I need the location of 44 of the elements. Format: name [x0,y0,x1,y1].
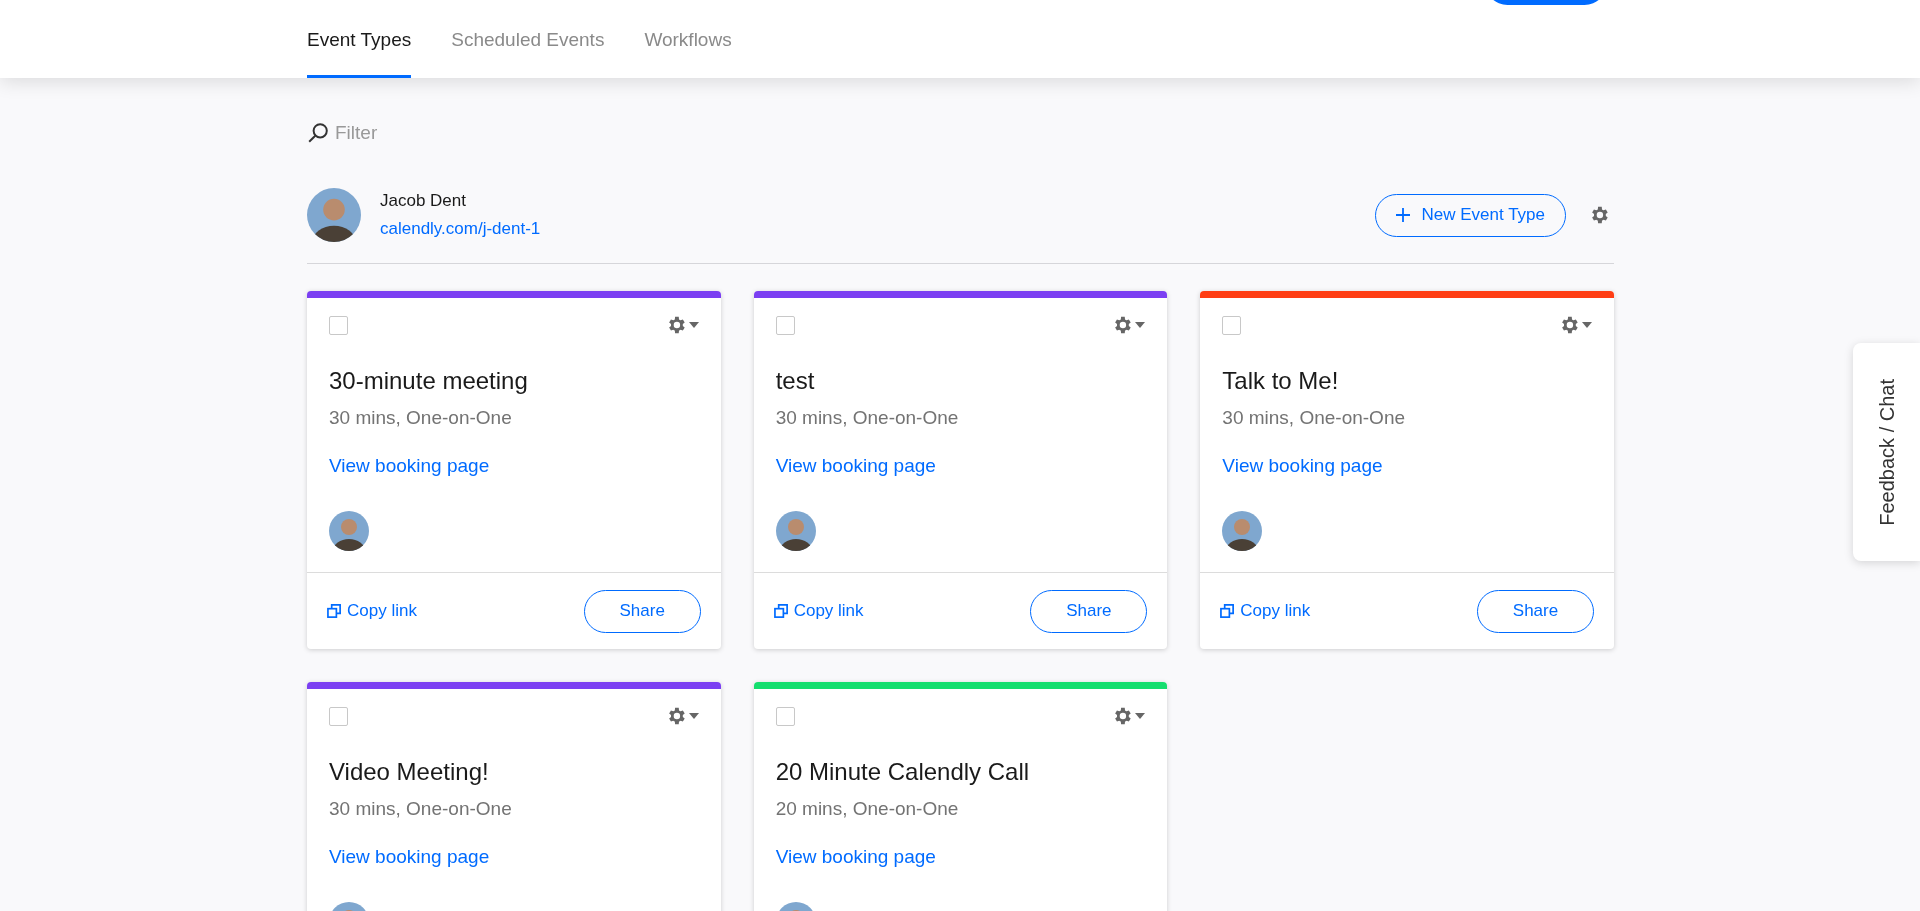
nav-tab[interactable]: Workflows [644,0,732,78]
event-details: 20 mins, One-on-One [775,797,960,821]
view-booking-link[interactable]: View booking page [775,844,936,870]
user-name: Jacob Dent [380,190,467,212]
copy-link[interactable]: Copy link [327,598,417,624]
event-details: 30 mins, One-on-One [329,797,513,821]
avatar [329,511,369,551]
filter-field[interactable]: Filter [335,118,585,148]
nav-tab[interactable]: Event Types [307,0,412,78]
event-title: 20 Minute Calendly Call [775,757,1031,787]
nav-tab[interactable]: Scheduled Events [451,0,605,78]
checkbox[interactable] [329,706,348,726]
event-details: 30 mins, One-on-One [329,406,513,430]
avatar [775,511,816,551]
feedback-tab[interactable]: Feedback / Chat [1853,343,1920,561]
event-details: 30 mins, One-on-One [775,406,960,430]
checkbox[interactable] [329,315,348,335]
view-booking-link[interactable]: View booking page [775,453,936,479]
event-title: Video Meeting! [329,757,490,787]
copy-icon [327,603,342,619]
caret-icon [1135,322,1146,328]
view-booking-link[interactable]: View booking page [329,453,490,479]
copy-link[interactable]: Copy link [1220,598,1311,624]
event-title: 30-minute meeting [329,366,529,396]
avatar [1222,511,1263,551]
caret-icon [688,713,699,719]
checkbox[interactable] [1222,315,1242,335]
avatar [307,188,361,242]
event-title: Talk to Me! [1222,366,1340,396]
plus-icon [1395,208,1410,222]
search-icon [307,122,329,144]
checkbox[interactable] [775,315,795,335]
checkbox[interactable] [775,706,795,726]
event-title: test [775,366,816,396]
copy-icon [773,603,789,619]
view-booking-link[interactable]: View booking page [1222,453,1383,479]
caret-icon [688,322,699,328]
caret-icon [1582,322,1592,328]
copy-link[interactable]: Copy link [773,598,864,624]
user-link[interactable]: calendly.com/j-dent-1 [380,218,541,240]
view-booking-link[interactable]: View booking page [329,844,490,870]
event-details: 30 mins, One-on-One [1222,406,1407,430]
caret-icon [1135,713,1146,719]
copy-icon [1220,603,1236,619]
